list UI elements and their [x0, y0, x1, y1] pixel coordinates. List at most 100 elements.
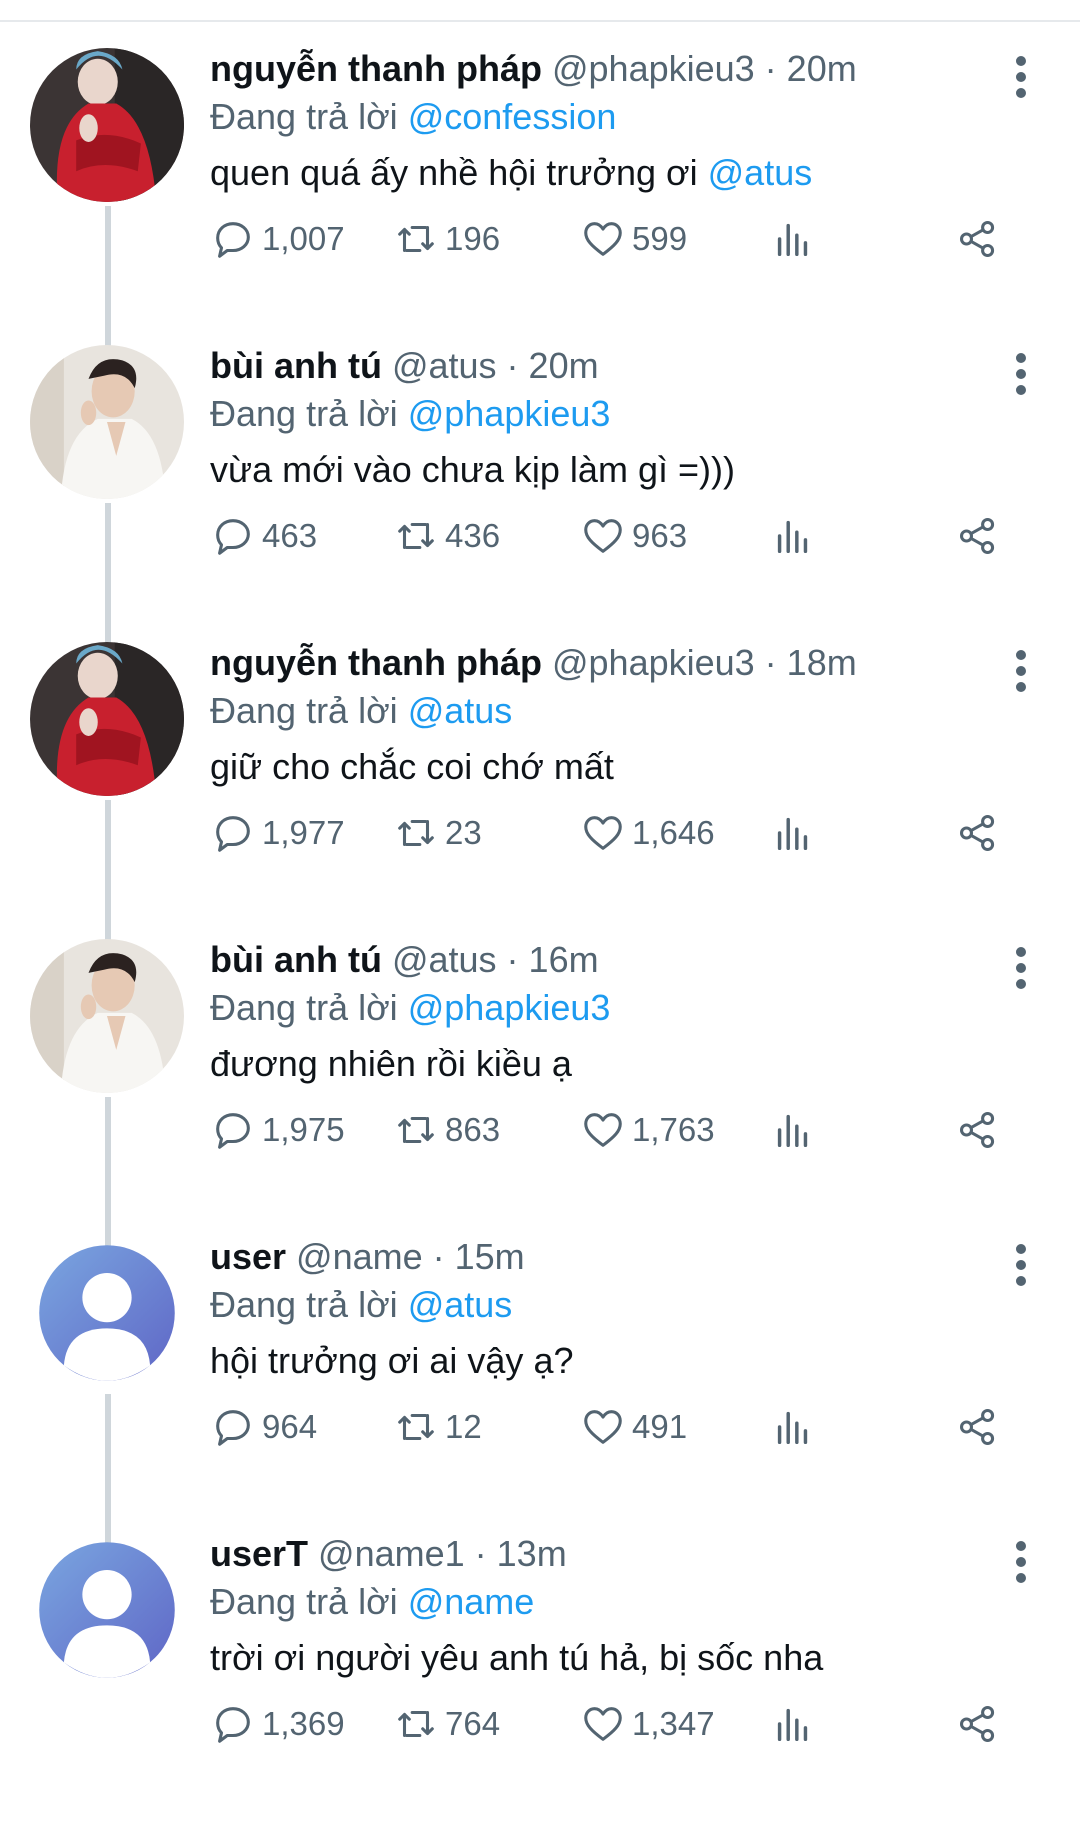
handle-time[interactable]: @name1 · 13m [318, 1533, 567, 1574]
share-button[interactable] [955, 1402, 1007, 1452]
reply-button[interactable]: 1,369 [210, 1699, 345, 1749]
share-button[interactable] [955, 808, 1007, 858]
tweet-text: đương nhiên rồi kiều ạ [210, 1041, 1010, 1087]
retweet-icon [398, 1710, 434, 1738]
more-options-icon[interactable] [1014, 1244, 1028, 1288]
views-button[interactable] [770, 1699, 822, 1749]
tweet-header: bùi anh tú @atus · 16m [210, 937, 1010, 983]
retweet-button[interactable]: 196 [393, 214, 500, 264]
replying-to: Đang trả lời @name [210, 1579, 1010, 1625]
retweet-button[interactable]: 12 [393, 1402, 482, 1452]
more-options-icon[interactable] [1014, 1541, 1028, 1585]
views-chart-icon [777, 223, 808, 257]
replying-to-link[interactable]: @atus [408, 690, 513, 731]
reply-button[interactable]: 1,007 [210, 214, 345, 264]
tweet[interactable]: bùi anh tú @atus · 20m Đang trả lời @phap… [0, 343, 1080, 653]
like-count: 1,347 [632, 1705, 715, 1742]
retweet-count: 12 [445, 1408, 482, 1445]
share-icon [959, 814, 995, 852]
tweet-text: trời ơi người yêu anh tú hả, bị sốc nha [210, 1635, 1010, 1681]
display-name[interactable]: userT [210, 1533, 308, 1574]
display-name[interactable]: nguyễn thanh pháp [210, 642, 542, 683]
replying-to-link[interactable]: @phapkieu3 [408, 393, 611, 434]
reply-icon [216, 222, 250, 258]
tweet-actions: 964 12 491 [210, 1402, 1010, 1452]
retweet-button[interactable]: 436 [393, 511, 500, 561]
replying-to-link[interactable]: @atus [408, 1284, 513, 1325]
replying-to-link[interactable]: @confession [408, 96, 617, 137]
views-button[interactable] [770, 214, 822, 264]
display-name[interactable]: nguyễn thanh pháp [210, 48, 542, 89]
tweet[interactable]: bùi anh tú @atus · 16m Đang trả lời @phap… [0, 937, 1080, 1247]
display-name[interactable]: bùi anh tú [210, 939, 382, 980]
like-button[interactable]: 599 [580, 214, 687, 264]
like-count: 491 [632, 1408, 688, 1445]
like-button[interactable]: 1,763 [580, 1105, 715, 1155]
like-button[interactable]: 491 [580, 1402, 687, 1452]
reply-icon [216, 1707, 250, 1743]
tweet-mention-link[interactable]: @atus [708, 152, 813, 193]
retweet-count: 436 [445, 517, 501, 554]
replying-to-link[interactable]: @name [408, 1581, 535, 1622]
more-options-icon[interactable] [1014, 353, 1028, 397]
share-icon [959, 1705, 995, 1743]
like-button[interactable]: 1,646 [580, 808, 715, 858]
reply-button[interactable]: 1,975 [210, 1105, 345, 1155]
more-options-icon[interactable] [1014, 56, 1028, 100]
views-button[interactable] [770, 1105, 822, 1155]
retweet-button[interactable]: 764 [393, 1699, 500, 1749]
reply-button[interactable]: 1,977 [210, 808, 345, 858]
reply-button[interactable]: 964 [210, 1402, 317, 1452]
views-button[interactable] [770, 808, 822, 858]
share-icon [959, 517, 995, 555]
white-shirt-avatar-image [30, 939, 184, 1093]
display-name[interactable]: bùi anh tú [210, 345, 382, 386]
tweet[interactable]: userT @name1 · 13m Đang trả lời @name trờ… [0, 1531, 1080, 1828]
avatar[interactable] [30, 1533, 184, 1687]
red-dress-avatar-image [30, 48, 184, 202]
avatar[interactable] [30, 1236, 184, 1390]
replying-label: Đang trả lời [210, 690, 398, 731]
reply-button[interactable]: 463 [210, 511, 317, 561]
like-button[interactable]: 963 [580, 511, 687, 561]
handle-time[interactable]: @phapkieu3 · 18m [552, 642, 857, 683]
tweet-header: user @name · 15m [210, 1234, 1010, 1280]
share-button[interactable] [955, 1105, 1007, 1155]
retweet-icon [398, 1116, 434, 1144]
share-button[interactable] [955, 214, 1007, 264]
retweet-button[interactable]: 863 [393, 1105, 500, 1155]
display-name[interactable]: user [210, 1236, 286, 1277]
more-options-icon[interactable] [1014, 650, 1028, 694]
share-button[interactable] [955, 511, 1007, 561]
retweet-icon [398, 819, 434, 847]
replying-to-link[interactable]: @phapkieu3 [408, 987, 611, 1028]
share-button[interactable] [955, 1699, 1007, 1749]
tweet-text-body: vừa mới vào chưa kịp làm gì =))) [210, 449, 735, 490]
like-count: 963 [632, 517, 688, 554]
heart-icon [584, 1113, 622, 1147]
thread-line [105, 206, 111, 356]
handle-time[interactable]: @name · 15m [296, 1236, 525, 1277]
tweet[interactable]: nguyễn thanh pháp @phapkieu3 · 20m Đang t… [0, 46, 1080, 356]
like-button[interactable]: 1,347 [580, 1699, 715, 1749]
heart-icon [584, 1410, 622, 1444]
handle-time[interactable]: @phapkieu3 · 20m [552, 48, 857, 89]
avatar[interactable] [30, 48, 184, 202]
thread-line [105, 1097, 111, 1247]
white-shirt-avatar-image [30, 345, 184, 499]
avatar[interactable] [30, 939, 184, 1093]
views-chart-icon [777, 1411, 808, 1445]
tweet[interactable]: nguyễn thanh pháp @phapkieu3 · 18m Đang t… [0, 640, 1080, 950]
avatar[interactable] [30, 642, 184, 796]
retweet-count: 863 [445, 1111, 501, 1148]
retweet-icon [398, 225, 434, 253]
more-options-icon[interactable] [1014, 947, 1028, 991]
avatar[interactable] [30, 345, 184, 499]
retweet-button[interactable]: 23 [393, 808, 482, 858]
tweet-text: vừa mới vào chưa kịp làm gì =))) [210, 447, 1010, 493]
views-button[interactable] [770, 1402, 822, 1452]
handle-time[interactable]: @atus · 20m [392, 345, 599, 386]
tweet[interactable]: user @name · 15m Đang trả lời @atus hội t… [0, 1234, 1080, 1544]
views-button[interactable] [770, 511, 822, 561]
handle-time[interactable]: @atus · 16m [392, 939, 599, 980]
